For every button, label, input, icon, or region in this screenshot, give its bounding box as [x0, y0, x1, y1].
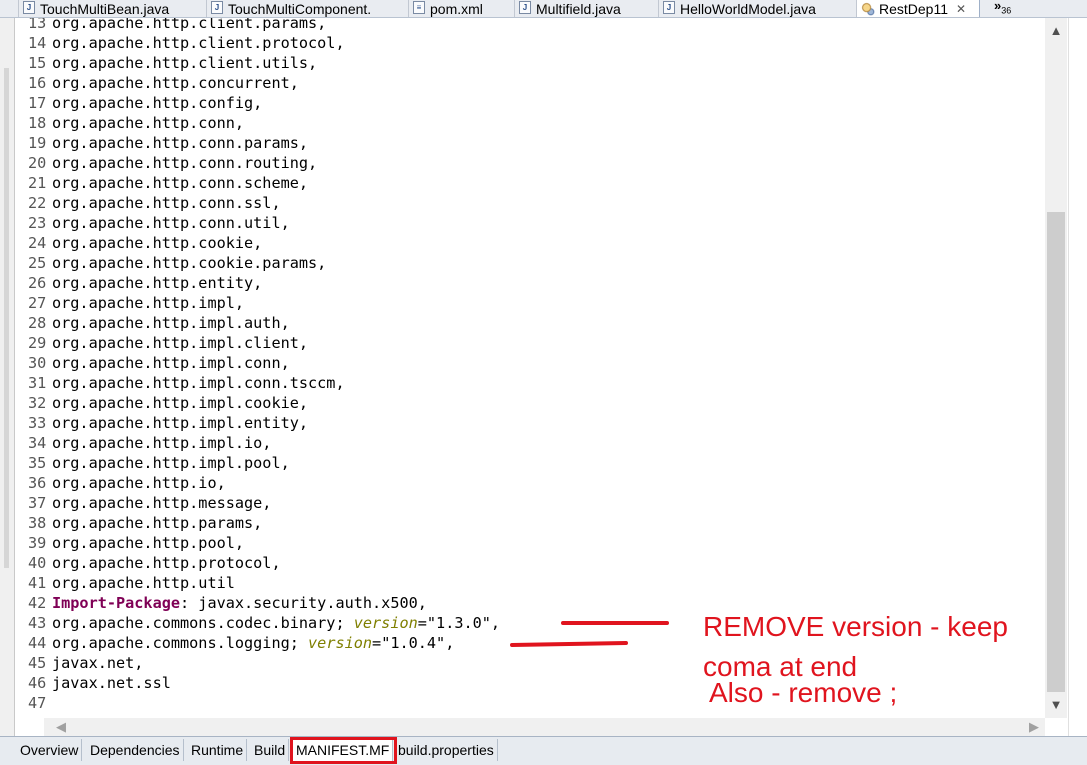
- annotation-text-remove-semicolon: Also - remove ;: [709, 677, 898, 708]
- scroll-down-icon[interactable]: ▼: [1045, 694, 1067, 716]
- scroll-up-icon[interactable]: ▲: [1045, 20, 1067, 42]
- underline-stroke-version-2: [510, 641, 628, 647]
- horizontal-scrollbar[interactable]: ◀ ▶: [44, 718, 1045, 736]
- tab-runtime[interactable]: Runtime: [188, 739, 248, 761]
- scroll-left-icon[interactable]: ◀: [52, 718, 70, 736]
- tab-dependencies[interactable]: Dependencies: [87, 739, 184, 761]
- annotation-strokes: [510, 621, 669, 647]
- vertical-scroll-thumb[interactable]: [1047, 212, 1065, 692]
- tab-build[interactable]: Build: [251, 739, 290, 761]
- annotation-text-remove-version: REMOVE version - keep: [703, 611, 1008, 642]
- tab-manifest-mf[interactable]: MANIFEST.MF: [293, 739, 394, 761]
- editor-page-tabs: Overview Dependencies Runtime Build MANI…: [0, 736, 1087, 765]
- vertical-scrollbar[interactable]: ▲ ▼: [1045, 18, 1067, 718]
- right-margin: [1068, 18, 1087, 736]
- scroll-right-icon[interactable]: ▶: [1025, 718, 1043, 736]
- tab-overview[interactable]: Overview: [17, 739, 83, 761]
- tab-build-properties[interactable]: build.properties: [395, 739, 498, 761]
